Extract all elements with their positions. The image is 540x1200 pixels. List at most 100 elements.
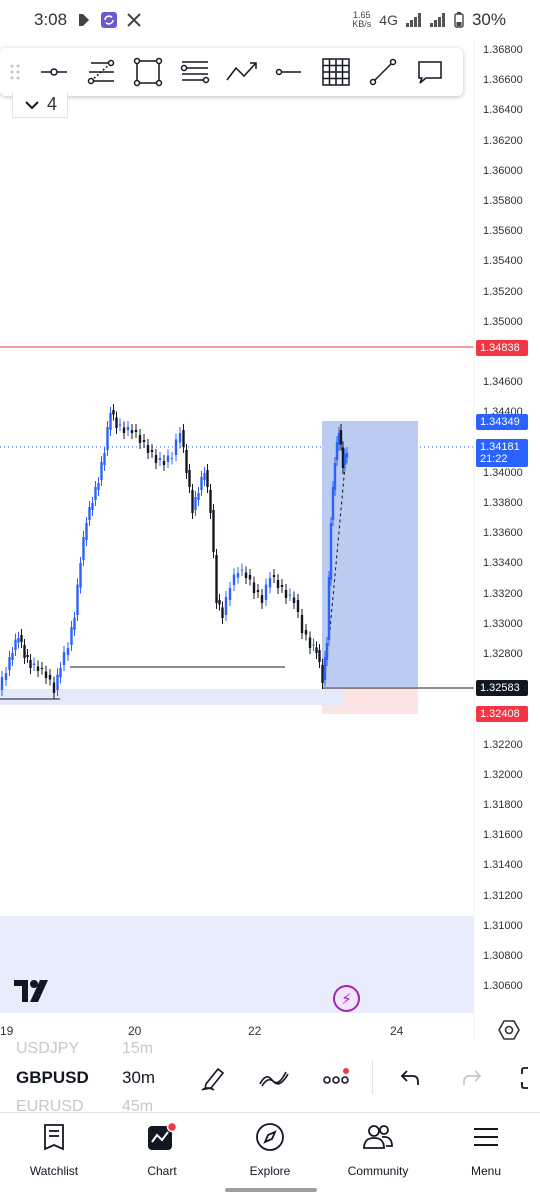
price-axis-label: 1.36600 [483, 74, 523, 87]
price-axis-label: 1.35000 [483, 315, 523, 328]
hamburger-menu-icon [470, 1121, 502, 1153]
drag-handle-icon[interactable] [0, 64, 30, 80]
candle-body [252, 582, 256, 593]
indicator-pane [0, 916, 474, 1013]
candle-body [185, 450, 188, 473]
time-label-19: 19 [0, 1024, 14, 1038]
candle-body [264, 584, 268, 600]
rectangle-icon[interactable] [124, 48, 171, 96]
symbol-prev[interactable]: USDJPY [16, 1040, 79, 1058]
candle-body [304, 630, 308, 635]
candle-body [194, 497, 197, 510]
nav-watchlist[interactable]: Watchlist [0, 1113, 108, 1200]
candle-body [166, 455, 170, 462]
price-chart[interactable] [0, 40, 540, 1040]
long-position-target-zone [322, 421, 418, 687]
fib-retracement-icon[interactable] [77, 48, 124, 96]
indicators-icon[interactable] [258, 1062, 290, 1094]
candle-body [212, 510, 215, 552]
horizontal-line-icon[interactable] [265, 48, 312, 96]
interval-selector[interactable]: 30m [122, 1068, 155, 1088]
draw-pen-icon[interactable] [198, 1062, 230, 1094]
candle-body [228, 588, 232, 600]
candle-body [146, 445, 150, 453]
candle-body [158, 458, 162, 460]
price-axis-label: 1.32800 [483, 648, 523, 660]
price-axis-label: 1.36400 [483, 104, 523, 117]
price-axis-label: 1.32000 [483, 768, 523, 781]
candle-body [142, 440, 146, 442]
candle-body [11, 653, 14, 660]
path-icon[interactable] [218, 48, 265, 96]
target-price-tag: 1.34349 [476, 414, 528, 430]
candle-body [288, 594, 292, 596]
candle-body [170, 458, 174, 459]
compass-icon [254, 1121, 286, 1153]
price-axis-label: 1.35200 [483, 285, 523, 298]
nav-menu[interactable]: Menu [432, 1113, 540, 1200]
candle-body [20, 635, 23, 642]
candle-body [280, 585, 284, 587]
candle-body [40, 668, 44, 669]
symbol-selector[interactable]: GBPUSD [16, 1068, 89, 1088]
candle-body [268, 578, 272, 588]
candle-body [154, 455, 158, 463]
interval-prev[interactable]: 15m [122, 1040, 153, 1058]
more-options-icon[interactable] [320, 1062, 352, 1094]
callout-icon[interactable] [406, 48, 453, 96]
grid-icon[interactable] [312, 48, 359, 96]
price-axis-label: 1.33600 [483, 527, 523, 540]
candle-body [79, 563, 82, 588]
sync-app-icon [101, 12, 118, 28]
fullscreen-icon[interactable] [516, 1062, 540, 1094]
crosshair-line-icon[interactable] [30, 48, 77, 96]
candle-body [100, 462, 103, 480]
candle-body [256, 590, 260, 592]
candle-body [244, 572, 248, 578]
price-axis-label: 1.36800 [483, 44, 523, 56]
candle-body [23, 645, 26, 658]
current-price-tag: 1.34181 21:22 [476, 439, 528, 467]
candle-body [300, 615, 304, 633]
candle-body [112, 410, 115, 415]
network-type: 4G [379, 12, 398, 28]
candle-body [36, 666, 40, 671]
price-axis-label: 1.31800 [483, 799, 523, 811]
time-label-22: 22 [248, 1024, 262, 1038]
status-time: 3:08 [34, 10, 68, 29]
candle-body [318, 650, 321, 662]
nav-community[interactable]: Community [324, 1113, 432, 1200]
home-indicator [225, 1188, 317, 1192]
price-axis-label: 1.33400 [483, 557, 523, 570]
candle-body [315, 647, 318, 653]
candle-body [82, 537, 85, 560]
candle-body [182, 430, 185, 447]
nav-explore[interactable]: Explore [216, 1113, 324, 1200]
trend-line-icon[interactable] [359, 48, 406, 96]
redo-icon[interactable] [456, 1062, 488, 1094]
chart-icon [146, 1121, 178, 1153]
candle-body [191, 490, 194, 513]
watchlist-icon [38, 1121, 70, 1153]
fib-channel-icon[interactable] [171, 48, 218, 96]
lower-price-tag: 1.32408 [476, 706, 528, 722]
drawing-toolbar [0, 48, 463, 96]
settings-hex-icon[interactable] [498, 1019, 520, 1041]
price-axis-label: 1.30600 [483, 980, 523, 993]
signal-icon-2 [429, 13, 445, 27]
undo-icon[interactable] [394, 1062, 426, 1094]
candle-body [56, 674, 59, 690]
price-axis-label: 1.35400 [483, 255, 523, 268]
candle-body [109, 413, 112, 430]
candle-body [174, 439, 178, 455]
drawings-count-toggle[interactable]: 4 [12, 92, 68, 118]
candle-body [17, 638, 20, 643]
price-axis-label: 1.33800 [483, 497, 523, 509]
candle-body [333, 463, 337, 490]
chart-area[interactable]: 1.36800 1.36600 1.36400 1.36200 1.36000 1.358… [0, 40, 540, 1040]
candle-body [272, 575, 276, 577]
battery-level: 30% [471, 10, 506, 29]
nav-chart[interactable]: Chart [108, 1113, 216, 1200]
candle-body [221, 607, 224, 618]
bolt-icon[interactable]: ⚡ [333, 985, 360, 1012]
